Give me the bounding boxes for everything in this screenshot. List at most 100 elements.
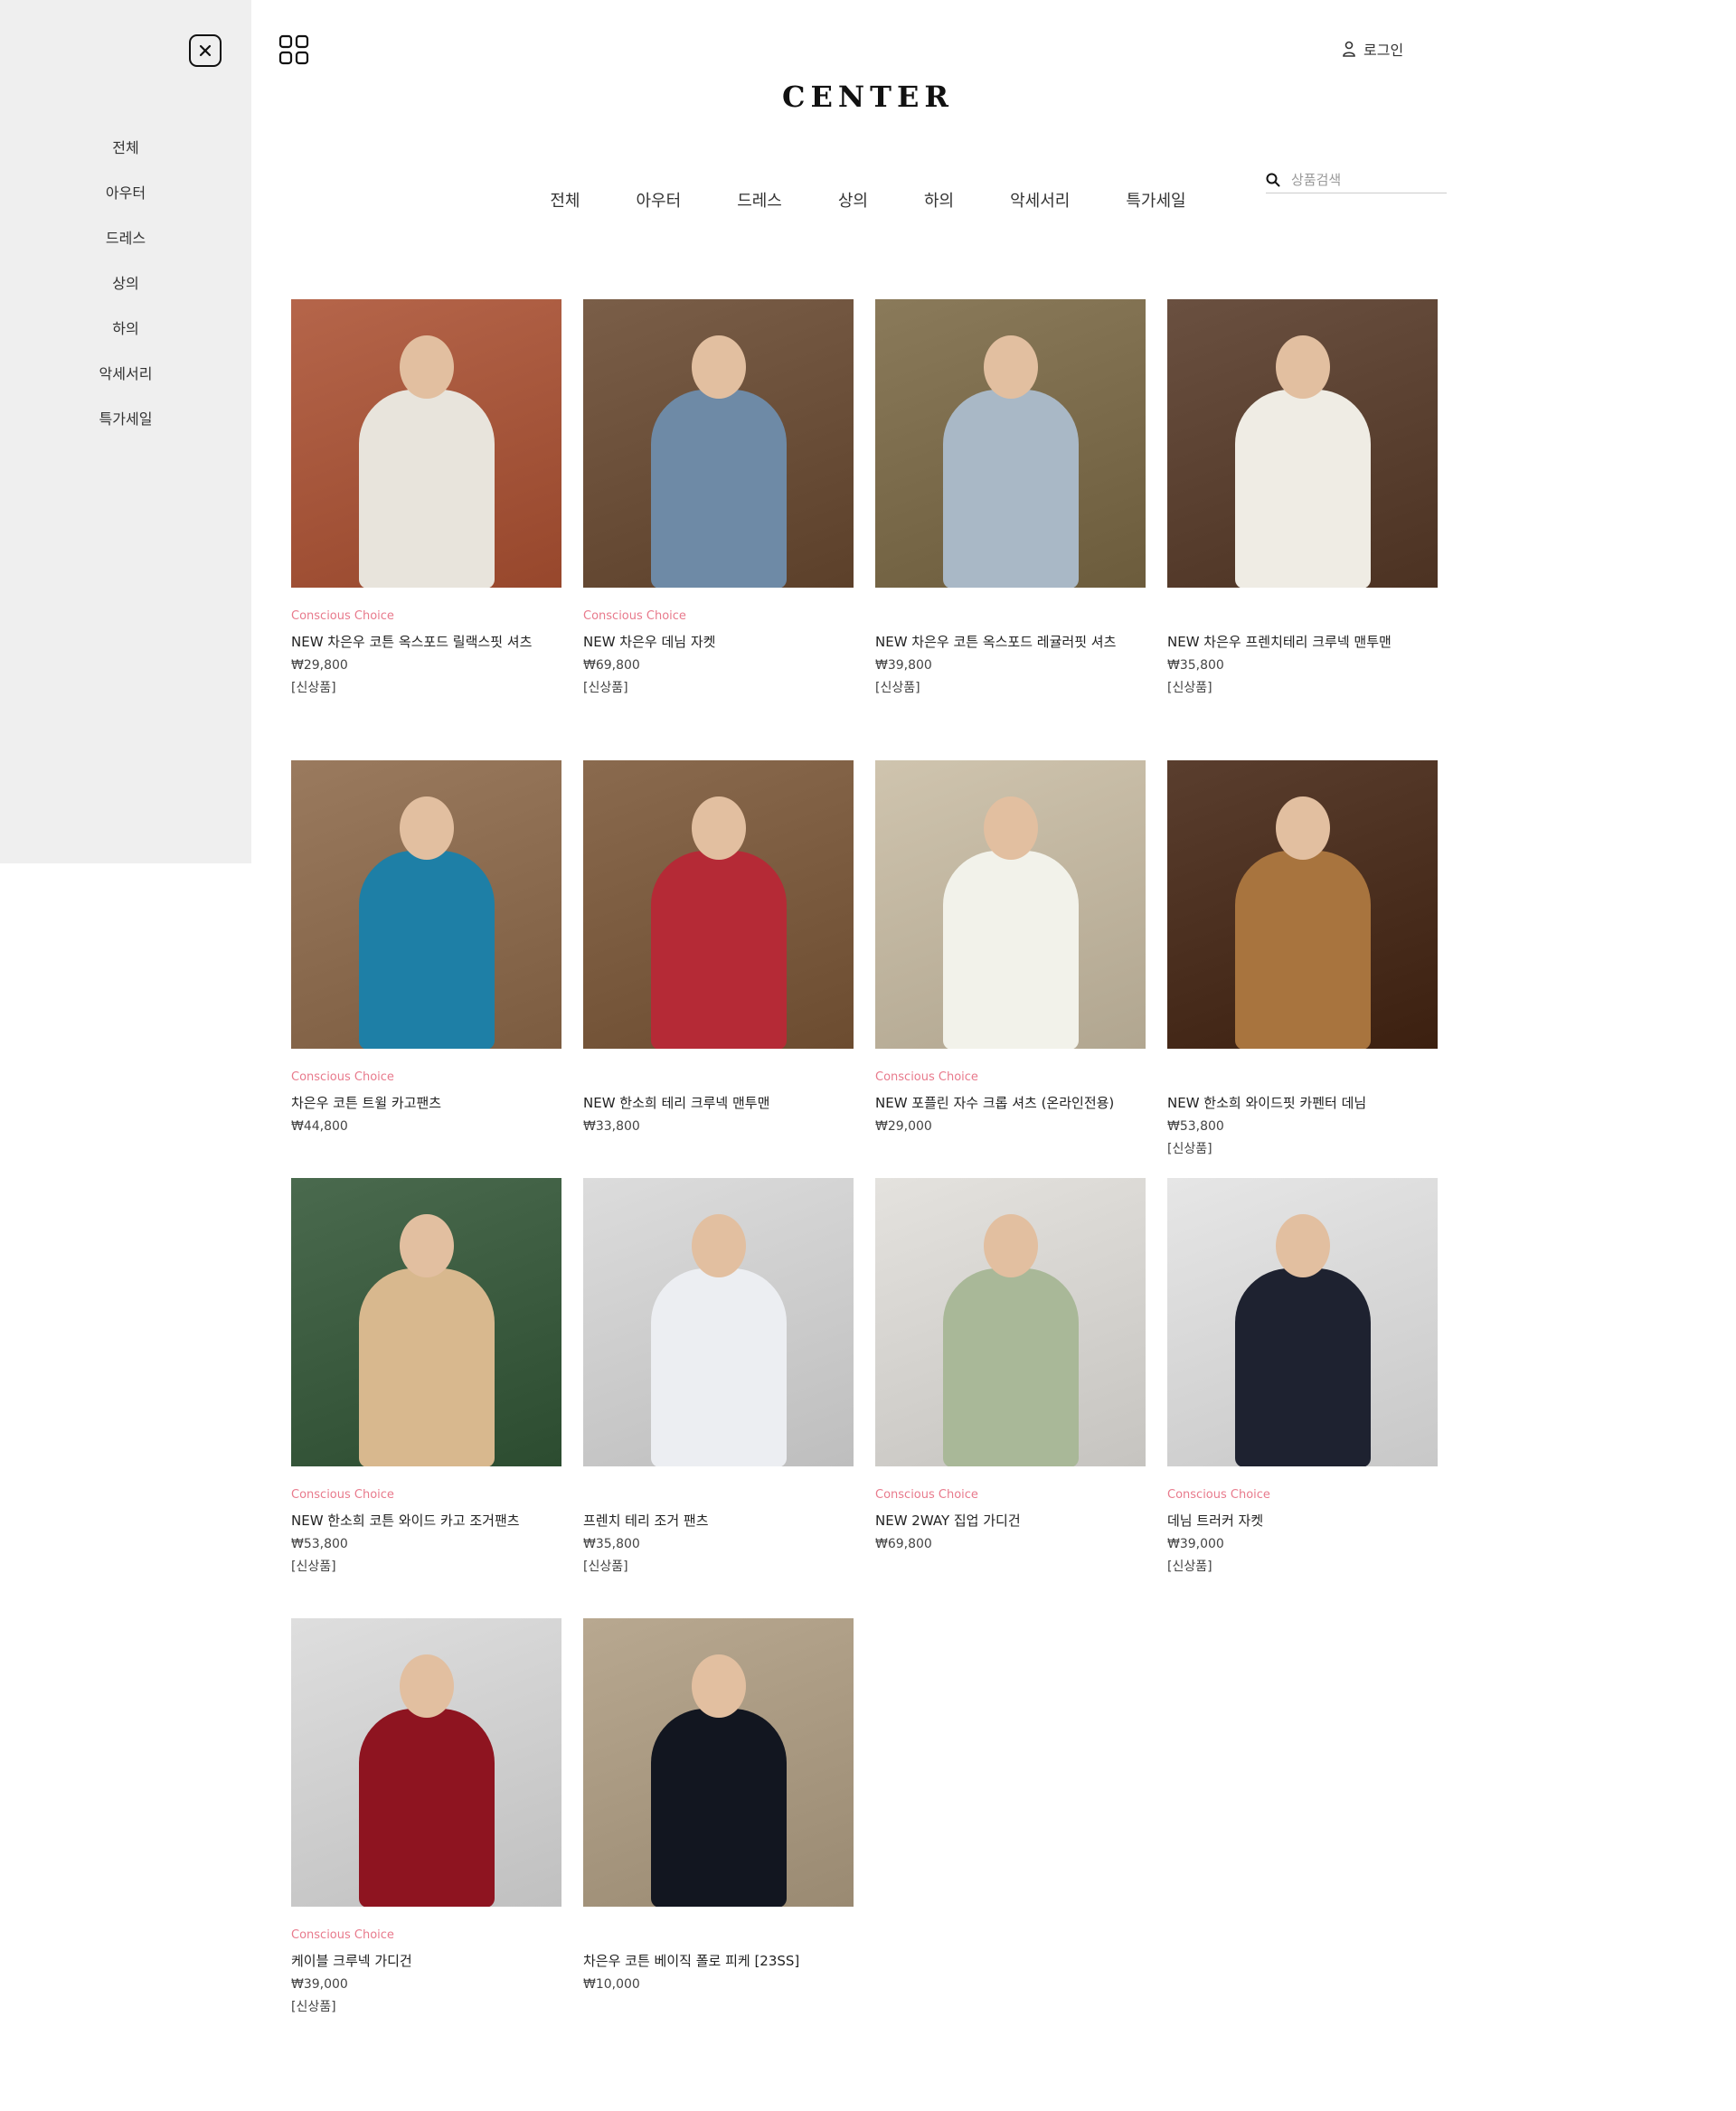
product-price: ₩39,800 [875, 658, 932, 673]
new-product-tag: [신상품] [1167, 681, 1212, 695]
product-name[interactable]: NEW 차은우 코튼 옥스포드 릴랙스핏 셔츠 [291, 631, 561, 653]
drawer-item-outer[interactable]: 아우터 [0, 179, 251, 224]
product-name[interactable]: NEW 2WAY 집업 가디건 [875, 1510, 1146, 1531]
login-label: 로그인 [1363, 42, 1404, 59]
product-price: ₩35,800 [1167, 658, 1224, 673]
product-name[interactable]: NEW 포플린 자수 크롭 셔츠 (온라인전용) [875, 1092, 1146, 1114]
grid-icon[interactable] [278, 34, 309, 65]
product-badge: Conscious Choice [1167, 1488, 1270, 1502]
product-name[interactable]: NEW 한소희 코튼 와이드 카고 조거팬츠 [291, 1510, 561, 1531]
new-product-tag: [신상품] [1167, 1560, 1212, 1574]
site-logo[interactable]: CENTER [0, 80, 1736, 114]
side-drawer: 전체 아우터 드레스 상의 하의 악세서리 특가세일 [0, 0, 251, 863]
search-input[interactable] [1289, 170, 1425, 189]
product-badge [583, 1488, 854, 1504]
product-name[interactable]: 프렌치 테리 조거 팬츠 [583, 1510, 854, 1531]
product-name[interactable]: NEW 차은우 프렌치테리 크루넥 맨투맨 [1167, 631, 1438, 653]
product-card[interactable]: NEW 차은우 코튼 옥스포드 레귤러핏 셔츠 ₩39,800 [신상품] [875, 299, 1146, 760]
product-image[interactable] [1167, 299, 1438, 588]
product-image[interactable] [291, 1178, 561, 1466]
product-badge [583, 1928, 854, 1945]
product-card[interactable]: NEW 차은우 프렌치테리 크루넥 맨투맨 ₩35,800 [신상품] [1167, 299, 1438, 760]
nav-item-accessory[interactable]: 악세서리 [982, 188, 1098, 212]
product-card[interactable]: 프렌치 테리 조거 팬츠 ₩35,800 [신상품] [583, 1178, 854, 1618]
drawer-item-dress[interactable]: 드레스 [0, 224, 251, 269]
product-name[interactable]: 차은우 코튼 트윌 카고팬츠 [291, 1092, 561, 1114]
product-image[interactable] [291, 760, 561, 1049]
new-product-tag: [신상품] [1167, 1142, 1212, 1156]
product-price: ₩69,800 [583, 658, 640, 673]
nav-item-outer[interactable]: 아우터 [609, 188, 710, 212]
drawer-nav: 전체 아우터 드레스 상의 하의 악세서리 특가세일 [0, 134, 251, 450]
drawer-item-accessory[interactable]: 악세서리 [0, 360, 251, 405]
nav-item-top[interactable]: 상의 [810, 188, 896, 212]
product-card[interactable]: Conscious Choice NEW 한소희 코튼 와이드 카고 조거팬츠 ₩5… [291, 1178, 561, 1618]
product-name[interactable]: 케이블 크루넥 가디건 [291, 1950, 561, 1972]
product-card[interactable]: Conscious Choice 차은우 코튼 트윌 카고팬츠 ₩44,800 [291, 760, 561, 1178]
product-name[interactable]: NEW 한소희 테리 크루넥 맨투맨 [583, 1092, 854, 1114]
drawer-item-all[interactable]: 전체 [0, 134, 251, 179]
product-price: ₩44,800 [291, 1119, 348, 1134]
product-image[interactable] [583, 1178, 854, 1466]
nav-item-sale[interactable]: 특가세일 [1098, 188, 1213, 212]
close-icon[interactable] [189, 34, 222, 67]
product-image[interactable] [875, 299, 1146, 588]
nav-item-dress[interactable]: 드레스 [709, 188, 810, 212]
category-nav: 전체 아우터 드레스 상의 하의 악세서리 특가세일 [0, 188, 1736, 212]
product-image[interactable] [875, 760, 1146, 1049]
product-card[interactable]: NEW 한소희 테리 크루넥 맨투맨 ₩33,800 [583, 760, 854, 1178]
new-product-tag: [신상품] [583, 1560, 628, 1574]
product-price: ₩35,800 [583, 1537, 640, 1551]
new-product-tag: [신상품] [291, 681, 336, 695]
user-icon [1343, 41, 1355, 57]
close-x-icon [199, 44, 212, 57]
product-image[interactable] [583, 299, 854, 588]
product-card[interactable]: Conscious Choice NEW 차은우 코튼 옥스포드 릴랙스핏 셔츠 ₩… [291, 299, 561, 760]
product-name[interactable]: 차은우 코튼 베이직 폴로 피케 [23SS] [583, 1950, 854, 1972]
product-card[interactable]: Conscious Choice NEW 차은우 데님 자켓 ₩69,800 [신상품… [583, 299, 854, 760]
product-badge: Conscious Choice [875, 1070, 978, 1084]
product-price: ₩39,000 [291, 1977, 348, 1992]
product-badge: Conscious Choice [583, 609, 686, 623]
product-badge: Conscious Choice [291, 1070, 394, 1084]
product-card[interactable]: 차은우 코튼 베이직 폴로 피케 [23SS] ₩10,000 [583, 1618, 854, 2059]
product-image[interactable] [583, 1618, 854, 1907]
product-name[interactable]: 데님 트러커 자켓 [1167, 1510, 1438, 1531]
product-image[interactable] [1167, 760, 1438, 1049]
product-badge [875, 609, 1146, 626]
product-image[interactable] [291, 299, 561, 588]
product-card[interactable]: NEW 한소희 와이드핏 카펜터 데님 ₩53,800 [신상품] [1167, 760, 1438, 1178]
product-card[interactable]: Conscious Choice 데님 트러커 자켓 ₩39,000 [신상품] [1167, 1178, 1438, 1618]
product-image[interactable] [583, 760, 854, 1049]
product-card[interactable]: Conscious Choice NEW 2WAY 집업 가디건 ₩69,800 [875, 1178, 1146, 1618]
product-badge: Conscious Choice [291, 1928, 394, 1942]
product-badge [583, 1070, 854, 1087]
product-card[interactable]: Conscious Choice NEW 포플린 자수 크롭 셔츠 (온라인전용)… [875, 760, 1146, 1178]
new-product-tag: [신상품] [291, 1560, 336, 1574]
product-grid: Conscious Choice NEW 차은우 코튼 옥스포드 릴랙스핏 셔츠 ₩… [291, 299, 1438, 2059]
new-product-tag: [신상품] [875, 681, 920, 695]
product-price: ₩69,800 [875, 1537, 932, 1551]
product-image[interactable] [1167, 1178, 1438, 1466]
product-image[interactable] [875, 1178, 1146, 1466]
nav-item-all[interactable]: 전체 [522, 188, 608, 212]
product-badge [1167, 609, 1438, 626]
product-price: ₩29,000 [875, 1119, 932, 1134]
product-name[interactable]: NEW 차은우 데님 자켓 [583, 631, 854, 653]
login-link[interactable]: 로그인 [1342, 38, 1403, 60]
drawer-item-bottom[interactable]: 하의 [0, 315, 251, 360]
drawer-item-top[interactable]: 상의 [0, 269, 251, 315]
nav-item-bottom[interactable]: 하의 [896, 188, 982, 212]
product-card[interactable]: Conscious Choice 케이블 크루넥 가디건 ₩39,000 [신상품] [291, 1618, 561, 2059]
product-price: ₩39,000 [1167, 1537, 1224, 1551]
product-name[interactable]: NEW 차은우 코튼 옥스포드 레귤러핏 셔츠 [875, 631, 1146, 653]
product-badge: Conscious Choice [291, 609, 394, 623]
search-icon[interactable] [1266, 173, 1280, 187]
product-image[interactable] [291, 1618, 561, 1907]
new-product-tag: [신상품] [291, 2000, 336, 2014]
product-price: ₩53,800 [291, 1537, 348, 1551]
product-price: ₩53,800 [1167, 1119, 1224, 1134]
drawer-item-sale[interactable]: 특가세일 [0, 405, 251, 450]
product-badge: Conscious Choice [291, 1488, 394, 1502]
product-name[interactable]: NEW 한소희 와이드핏 카펜터 데님 [1167, 1092, 1438, 1114]
